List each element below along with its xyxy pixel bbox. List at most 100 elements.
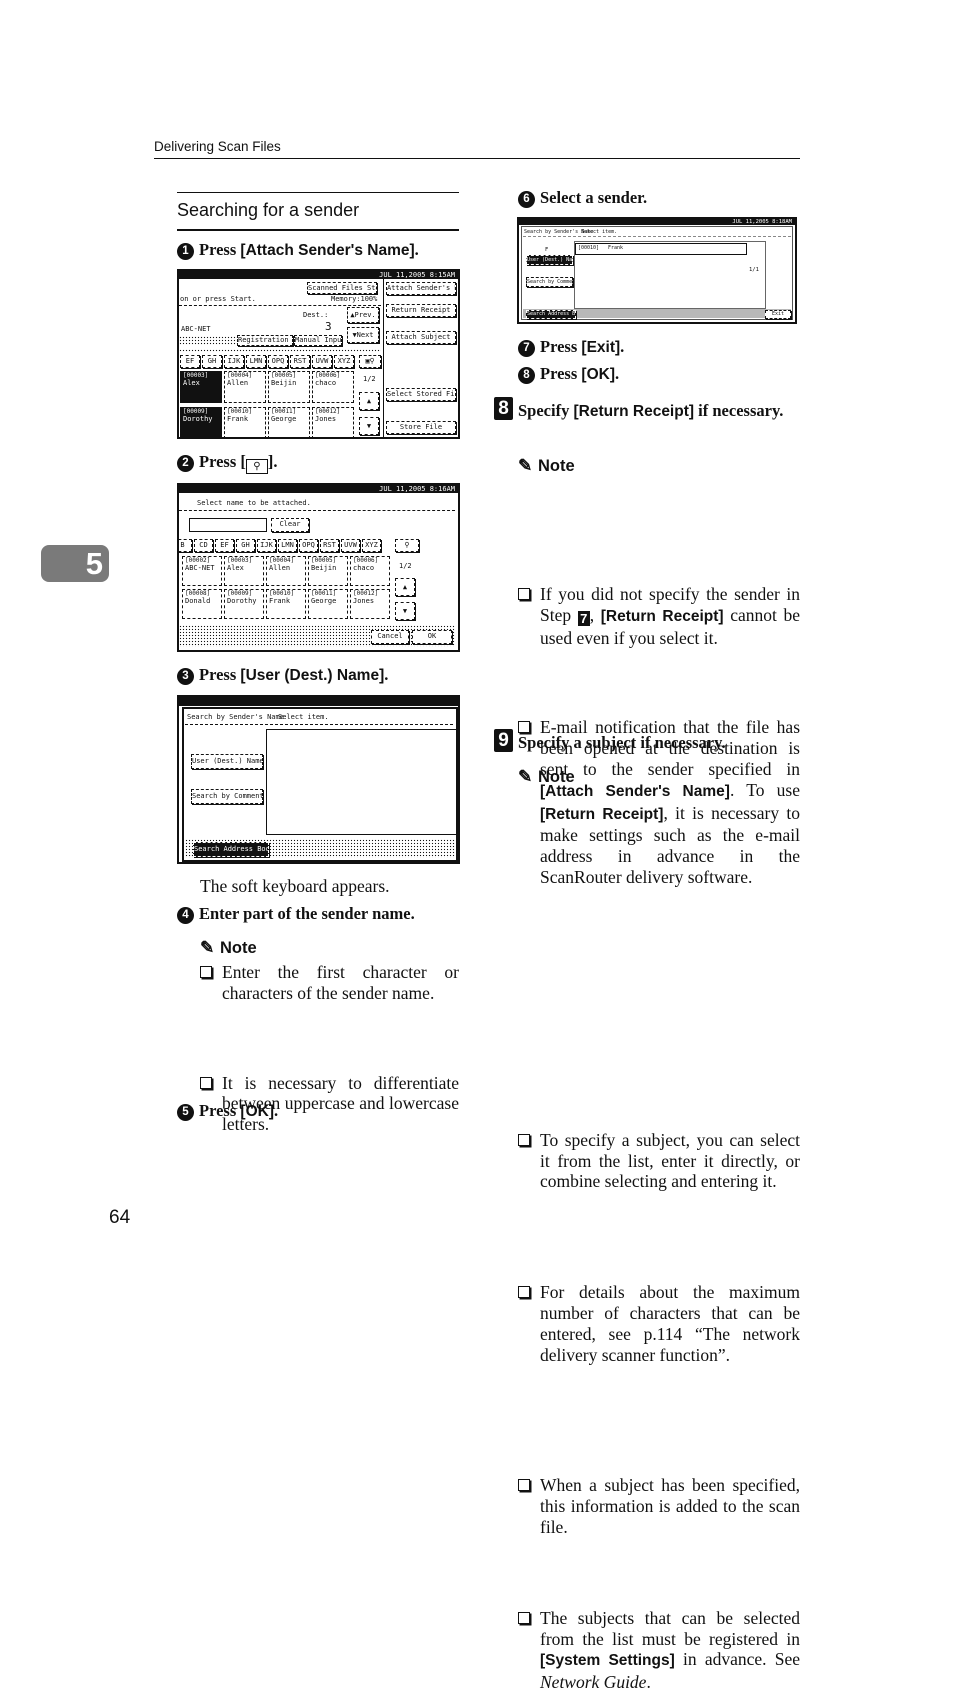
results-list (266, 729, 457, 835)
index-tab[interactable]: CD (194, 539, 213, 552)
main-step-number: 8 (494, 397, 513, 420)
index-tab[interactable]: GH (202, 355, 222, 368)
index-tab[interactable]: EF (180, 355, 200, 368)
destination-entry[interactable]: [00009] Dorothy (180, 407, 222, 437)
entry-code: [00010] (227, 408, 253, 415)
chapter-number: 5 (85, 546, 103, 581)
step-4: 4 Enter part of the sender name. (177, 904, 415, 924)
scroll-up-button[interactable]: ▲ (395, 578, 415, 596)
destination-entry[interactable]: [00005] Beijin (268, 371, 310, 403)
index-tab[interactable]: OPQ (299, 539, 318, 552)
user-dest-name-button[interactable]: User (Dest.) Name (526, 255, 573, 265)
entry-name: chaco (353, 564, 375, 572)
key-label: [OK] (581, 366, 615, 383)
name-entry[interactable]: [00012] Jones (350, 589, 390, 619)
name-entry[interactable]: [00006] chaco (350, 556, 390, 586)
index-tab[interactable]: RST (290, 355, 310, 368)
index-tab[interactable]: UVW (341, 539, 360, 552)
screen-scanner-main: JUL 11,2005 8:15AM Scanned Files Status … (177, 269, 460, 439)
index-tab[interactable]: XYZ (362, 539, 381, 552)
note-heading: ✎ Note (200, 938, 257, 957)
name-entry[interactable]: [00009] Dorothy (224, 589, 264, 619)
page-indicator: 1/2 (363, 375, 376, 383)
registration-no-button[interactable]: Registration No. (237, 335, 293, 346)
name-entry[interactable]: [00004] Allen (266, 556, 306, 586)
destination-entry[interactable]: [00010] Frank (224, 407, 266, 437)
destination-entry[interactable]: [00004] Allen (224, 371, 266, 403)
page-indicator: 1/1 (749, 267, 759, 273)
name-entry[interactable]: [00008] Donald (182, 589, 222, 619)
dest-count: 3 (325, 320, 332, 333)
search-icon: ⚲ (404, 541, 410, 549)
scroll-up-button[interactable]: ▲ (359, 392, 379, 410)
ok-button[interactable]: OK (412, 630, 452, 644)
entry-code: [00002] (185, 557, 211, 564)
name-entry[interactable]: [00011] George (308, 589, 348, 619)
entry-code: [00008] (185, 590, 211, 597)
step-8: 8 Press [OK]. (518, 364, 619, 385)
function-button-5[interactable]: Store File (386, 421, 456, 434)
index-tab[interactable]: XYZ (334, 355, 354, 368)
destination-entry[interactable]: [00003] Alex (180, 371, 222, 403)
entry-code: [00009] (183, 408, 209, 415)
entry-name: Jones (315, 415, 337, 423)
instruction-text: Select item. (581, 229, 618, 235)
search-button[interactable]: ⚲ (395, 539, 419, 552)
clear-button[interactable]: Clear (271, 518, 309, 532)
prev-button[interactable]: ▲Prev. (347, 307, 379, 323)
search-address-button[interactable]: ▣⚲ (359, 355, 381, 368)
index-tab[interactable]: LMN (278, 539, 297, 552)
function-button-4[interactable]: Select Stored File (386, 388, 456, 401)
index-tab[interactable]: OPQ (268, 355, 288, 368)
name-entry[interactable]: [00010] Frank (266, 589, 306, 619)
search-text-field[interactable] (189, 518, 267, 532)
search-by-comment-button[interactable]: Search by Comment (526, 277, 573, 287)
running-header: Delivering Scan Files (154, 139, 281, 154)
index-tab[interactable]: GH (236, 539, 255, 552)
index-tab[interactable]: LMN (246, 355, 266, 368)
function-button-1[interactable]: Attach Sender's Name (386, 282, 456, 295)
typed-text: F (545, 247, 549, 253)
screen-select-name: JUL 11,2005 8:16AM Select name to be att… (177, 483, 460, 652)
search-address-book-button[interactable]: Search Address Book (526, 310, 576, 319)
name-entry[interactable]: [00005] Beijin (308, 556, 348, 586)
scanned-files-status-button[interactable]: Scanned Files Status (307, 282, 377, 294)
manual-input-button[interactable]: Manual Input (294, 335, 342, 346)
search-address-book-button[interactable]: Search Address Book (193, 842, 269, 857)
next-button[interactable]: ▼Next (347, 327, 379, 343)
arrow-down-icon: ▼ (366, 422, 372, 430)
key-label: [OK] (240, 1103, 274, 1120)
index-tab[interactable]: IJK (257, 539, 276, 552)
step-1: 1 Press [Attach Sender's Name]. (177, 240, 419, 261)
key-label: [Return Receipt] (573, 403, 695, 420)
entry-name: Beijin (271, 379, 297, 387)
index-tab[interactable]: IJK (224, 355, 244, 368)
screen-datetime: JUL 11,2005 8:18AM (519, 219, 795, 225)
destination-entry[interactable]: [00012] Jones (312, 407, 354, 437)
scroll-down-button[interactable]: ▼ (359, 417, 379, 435)
cancel-button[interactable]: Cancel (371, 630, 409, 644)
search-by-comment-button[interactable]: Search by Comment (191, 789, 263, 804)
entry-code: [00003] (227, 557, 253, 564)
dest-label: Dest.: (303, 311, 329, 319)
header-rule (154, 158, 800, 159)
index-tab[interactable]: UVW (312, 355, 332, 368)
index-tab[interactable]: RST (320, 539, 339, 552)
user-dest-name-button[interactable]: User (Dest.) Name (191, 754, 263, 769)
entry-name: Alex (227, 564, 244, 572)
index-tab[interactable]: EF (215, 539, 234, 552)
scroll-down-button[interactable]: ▼ (395, 602, 415, 620)
function-button-3[interactable]: Attach Subject (386, 331, 456, 344)
destination-entry[interactable]: [00006] chaco (312, 371, 354, 403)
exit-button[interactable]: Exit (765, 310, 791, 319)
entry-name: Dorothy (227, 597, 257, 605)
name-entry[interactable]: [00003] Alex (224, 556, 264, 586)
name-entry[interactable]: [00002] ABC-NET (182, 556, 222, 586)
tab-search-by-sender[interactable]: Search by Sender's Name (187, 713, 284, 721)
search-address-icon: ⚲ (245, 459, 268, 474)
entry-name: Jones (353, 597, 375, 605)
destination-entry[interactable]: [00011] George (268, 407, 310, 437)
index-tab[interactable]: B (179, 539, 192, 552)
result-row[interactable]: [00010] Frank (575, 243, 747, 255)
function-button-2[interactable]: Return Receipt (386, 304, 456, 317)
